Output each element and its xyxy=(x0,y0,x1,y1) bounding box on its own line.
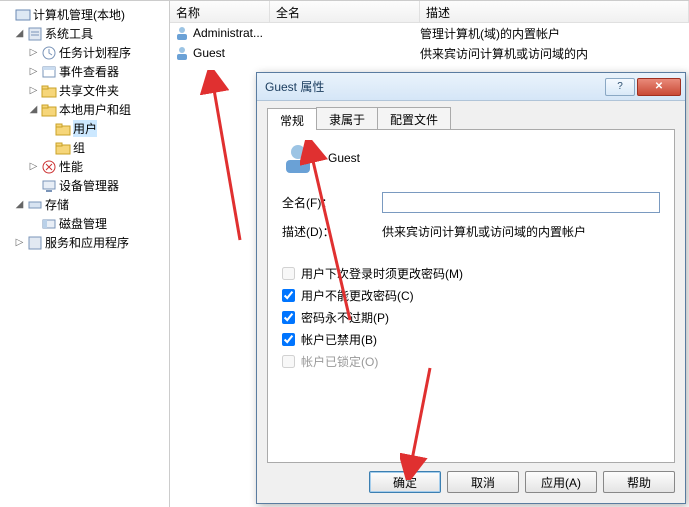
fullname-label: 全名(F)： xyxy=(282,194,382,211)
tree-performance[interactable]: ▷性能 xyxy=(0,157,169,176)
tab-general[interactable]: 常规 xyxy=(267,108,317,130)
chk-account-locked xyxy=(282,355,295,368)
ok-button[interactable]: 确定 xyxy=(369,471,441,493)
fullname-input[interactable] xyxy=(382,192,660,213)
apply-button[interactable]: 应用(A) xyxy=(525,471,597,493)
description-value: 供来宾访问计算机或访问域的内置帐户 xyxy=(382,223,660,240)
tree-storage[interactable]: ◢存储 xyxy=(0,195,169,214)
tree-root[interactable]: 计算机管理(本地) xyxy=(0,5,169,24)
tab-page-general: Guest 全名(F)： 描述(D)： 供来宾访问计算机或访问域的内置帐户 用户… xyxy=(267,129,675,463)
cell-name: Administrat... xyxy=(193,26,263,40)
list-row[interactable]: Guest 供来宾访问计算机或访问域的内 xyxy=(170,43,689,63)
tree-shared-folders[interactable]: ▷共享文件夹 xyxy=(0,81,169,100)
chk-pw-never-expires-label: 密码永不过期(P) xyxy=(301,309,389,326)
chk-must-change-pw-label: 用户下次登录时须更改密码(M) xyxy=(301,265,463,282)
tree-disk-mgmt[interactable]: 磁盘管理 xyxy=(0,214,169,233)
chk-account-disabled[interactable] xyxy=(282,333,295,346)
dialog-titlebar[interactable]: Guest 属性 ? ✕ xyxy=(257,73,685,101)
chk-account-locked-label: 帐户已锁定(O) xyxy=(301,353,378,370)
tree-task-scheduler[interactable]: ▷任务计划程序 xyxy=(0,43,169,62)
username-label: Guest xyxy=(328,151,360,165)
chk-pw-never-expires[interactable] xyxy=(282,311,295,324)
cell-name: Guest xyxy=(193,46,225,60)
tree-system-tools[interactable]: ◢系统工具 xyxy=(0,24,169,43)
tree-users[interactable]: 用户 xyxy=(0,119,169,138)
help-button[interactable]: 帮助 xyxy=(603,471,675,493)
tree-event-viewer[interactable]: ▷事件查看器 xyxy=(0,62,169,81)
tree-groups[interactable]: 组 xyxy=(0,138,169,157)
tree-services-apps[interactable]: ▷服务和应用程序 xyxy=(0,233,169,252)
nav-tree: 计算机管理(本地) ◢系统工具 ▷任务计划程序 ▷事件查看器 ▷共享文件夹 ◢本… xyxy=(0,1,170,507)
list-header: 名称 全名 描述 xyxy=(170,1,689,23)
cancel-button[interactable]: 取消 xyxy=(447,471,519,493)
chk-cannot-change-pw-label: 用户不能更改密码(C) xyxy=(301,287,414,304)
tree-device-manager[interactable]: 设备管理器 xyxy=(0,176,169,195)
col-desc[interactable]: 描述 xyxy=(420,1,689,22)
help-button-icon[interactable]: ? xyxy=(605,78,635,96)
tree-local-users-groups[interactable]: ◢本地用户和组 xyxy=(0,100,169,119)
col-fullname[interactable]: 全名 xyxy=(270,1,420,22)
chk-account-disabled-label: 帐户已禁用(B) xyxy=(301,331,377,348)
dialog-title: Guest 属性 xyxy=(265,78,603,95)
tab-profile[interactable]: 配置文件 xyxy=(377,107,451,129)
chk-cannot-change-pw[interactable] xyxy=(282,289,295,302)
tab-memberof[interactable]: 隶属于 xyxy=(316,107,378,129)
properties-dialog: Guest 属性 ? ✕ 常规 隶属于 配置文件 Guest 全名(F)： 描述… xyxy=(256,72,686,504)
list-row[interactable]: Administrat... 管理计算机(域)的内置帐户 xyxy=(170,23,689,43)
cell-desc: 管理计算机(域)的内置帐户 xyxy=(420,25,689,42)
user-icon xyxy=(282,142,314,174)
chk-must-change-pw xyxy=(282,267,295,280)
cell-desc: 供来宾访问计算机或访问域的内 xyxy=(420,45,689,62)
description-label: 描述(D)： xyxy=(282,223,382,240)
tab-strip: 常规 隶属于 配置文件 xyxy=(267,107,675,129)
close-icon[interactable]: ✕ xyxy=(637,78,681,96)
col-name[interactable]: 名称 xyxy=(170,1,270,22)
